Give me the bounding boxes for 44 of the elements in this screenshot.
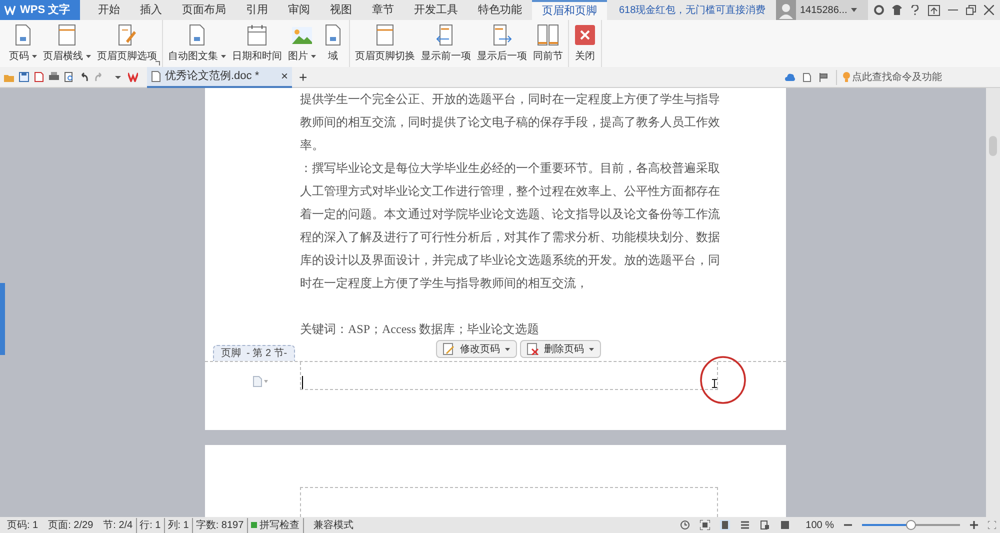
ribbon-tab[interactable]: 页眉和页脚 [532,0,607,20]
ribbon-button[interactable]: 页眉页脚切换 [352,20,418,67]
status-text: 兼容模式 [314,518,354,532]
app-menu-button[interactable]: WPS 文字 [0,0,80,20]
body-paragraph: ：撰写毕业论文是每位大学毕业生必经的一个重要环节。目前，各高校普遍采取人工管理方式对毕业论文工作进行管理，整个过程在效率上、公平性方面都存在着一定的问题。本文通过对学院毕业论文选题、论文指导以及论文备份等工作流程的深入了解及进行了可行性分析后，对其作了需求分析、功能模块划分、数据库的设计以及界面设计，并完成了毕业论文选题系统的开发。放的选题平台，同时在一定程度上方便了学生与指导教师间的相互交流， [300,160,721,292]
ribbon-button[interactable]: 显示前一项 [418,20,474,67]
ribbon-tab[interactable]: 特色功能 [468,0,532,20]
ribbon-tab[interactable]: 审阅 [278,0,320,20]
footer-toolbar-button[interactable]: 删除页码 [520,340,601,358]
promo-link[interactable]: 618现金红包，无门槛可直接消费 [619,0,766,20]
ribbon-button[interactable]: 页码 [6,20,40,67]
ribbon-button[interactable]: 关闭 [571,20,599,67]
footer-toolbar-button[interactable]: 修改页码 [436,340,517,358]
spell-check-button[interactable]: 拼写检查 [248,518,304,532]
ribbon-tab[interactable]: 页面布局 [172,0,236,20]
ribbon-button[interactable]: 图片 [285,20,319,67]
footer-label: 页脚 - 第 2 节- [213,345,296,361]
status-text: 节: 2/4 [100,518,137,532]
ribbon-tab[interactable]: 视图 [320,0,362,20]
ribbon-button[interactable]: 日期和时间 [229,20,285,67]
ribbon-tab[interactable]: 开始 [88,0,130,20]
body-paragraph: 提供学生一个完全公正、开放的选题平台，同时在一定程度上方便了学生与指导教师间的相互交流，同时提供了论文电子稿的保存手段，提高了教务人员工作效率。 [300,91,721,154]
ribbon-button[interactable]: 同前节 [530,20,566,67]
command-search-field[interactable]: 点此查找命令及功能 [836,70,942,84]
document-tab[interactable]: 优秀论文范例.doc * × [147,66,292,88]
status-text: 页面: 2/29 [47,518,94,532]
status-text: 行: 1 [136,518,165,532]
ribbon-button[interactable]: 自动图文集 [165,20,229,67]
status-text: 列: 1 [164,518,193,532]
ribbon-tab[interactable]: 章节 [362,0,404,20]
ribbon-button[interactable]: 页眉横线 [40,20,94,67]
document-title: 优秀论文范例.doc * [165,68,260,84]
ribbon-button[interactable]: 显示后一项 [474,20,530,67]
ribbon-button[interactable]: 页眉页脚选项 [94,20,160,67]
keywords-line: 关键词：ASP；Access 数据库；毕业论文选题 [299,321,540,338]
ribbon-tab[interactable]: 引用 [236,0,278,20]
new-tab-button[interactable]: + [295,70,312,84]
ribbon-button[interactable]: 域 [319,20,347,67]
status-text: 页码: 1 [6,518,40,532]
ribbon-tab[interactable]: 开发工具 [404,0,468,20]
tab-close-button[interactable]: × [280,67,288,85]
ribbon-tab[interactable]: 插入 [130,0,172,20]
status-text: 字数: 8197 [192,518,248,532]
zoom-percentage[interactable]: 100 % [806,518,834,532]
